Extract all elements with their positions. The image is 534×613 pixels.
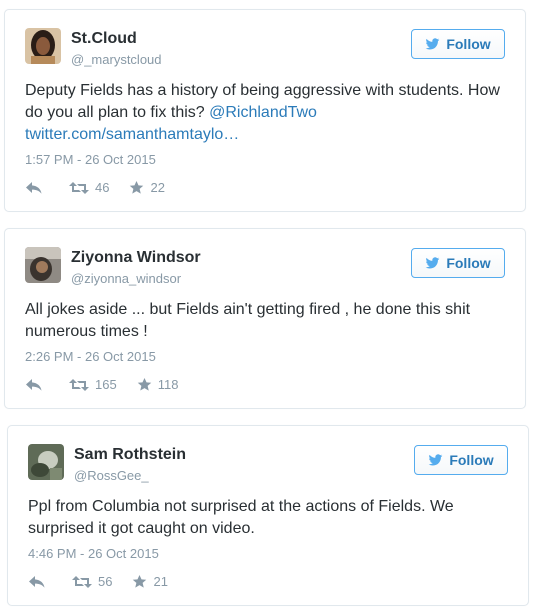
tweet-actions: 46 22: [25, 180, 165, 195]
follow-label: Follow: [449, 452, 494, 468]
reply-button[interactable]: [25, 378, 69, 392]
follow-label: Follow: [446, 36, 491, 52]
timestamp[interactable]: 4:46 PM - 26 Oct 2015: [28, 546, 159, 561]
retweet-count: 165: [95, 377, 117, 392]
url-link[interactable]: twitter.com/samanthamtaylo…: [25, 126, 239, 143]
retweet-icon: [69, 378, 89, 391]
reply-icon: [26, 181, 42, 194]
mention-link[interactable]: @RichlandTwo: [209, 104, 317, 121]
follow-button[interactable]: Follow: [411, 248, 505, 278]
avatar[interactable]: [25, 28, 61, 64]
favorite-button[interactable]: 118: [137, 377, 179, 392]
twitter-bird-icon: [428, 453, 443, 466]
timestamp[interactable]: 1:57 PM - 26 Oct 2015: [25, 152, 156, 167]
tweet-card: Sam Rothstein @RossGee_ Follow Ppl from …: [7, 425, 529, 606]
avatar-image: [25, 28, 61, 64]
twitter-bird-icon: [425, 256, 440, 269]
display-name[interactable]: St.Cloud: [71, 30, 137, 48]
follow-label: Follow: [446, 255, 491, 271]
retweet-count: 56: [98, 574, 113, 589]
tweet-card: St.Cloud @_marystcloud Follow Deputy Fie…: [4, 9, 526, 212]
reply-button[interactable]: [28, 575, 72, 589]
avatar[interactable]: [25, 247, 61, 283]
tweet-text: All jokes aside ... but Fields ain't get…: [25, 301, 471, 340]
tweet-actions: 165 118: [25, 377, 178, 392]
tweet-card: Ziyonna Windsor @ziyonna_windsor Follow …: [4, 228, 526, 409]
tweet-actions: 56 21: [28, 574, 168, 589]
display-name[interactable]: Ziyonna Windsor: [71, 249, 201, 267]
follow-button[interactable]: Follow: [414, 445, 508, 475]
favorite-button[interactable]: 22: [129, 180, 165, 195]
favorite-count: 21: [153, 574, 168, 589]
avatar-image: [28, 444, 64, 480]
favorite-button[interactable]: 21: [132, 574, 168, 589]
retweet-button[interactable]: 165: [69, 377, 117, 392]
retweet-icon: [72, 575, 92, 588]
avatar-image: [25, 247, 61, 283]
retweet-icon: [69, 181, 89, 194]
tweet-text: Ppl from Columbia not surprised at the a…: [28, 498, 454, 537]
tweet-text: Deputy Fields has a history of being agg…: [25, 80, 505, 146]
user-handle[interactable]: @ziyonna_windsor: [71, 271, 181, 286]
star-icon: [133, 574, 147, 588]
display-name[interactable]: Sam Rothstein: [74, 446, 186, 464]
retweet-button[interactable]: 46: [69, 180, 109, 195]
retweet-button[interactable]: 56: [72, 574, 112, 589]
user-handle[interactable]: @RossGee_: [74, 468, 149, 483]
reply-button[interactable]: [25, 181, 69, 195]
follow-button[interactable]: Follow: [411, 29, 505, 59]
retweet-count: 46: [95, 180, 110, 195]
favorite-count: 118: [157, 377, 179, 392]
user-handle[interactable]: @_marystcloud: [71, 52, 162, 67]
reply-icon: [26, 378, 42, 391]
favorite-count: 22: [150, 180, 165, 195]
star-icon: [137, 377, 151, 391]
avatar[interactable]: [28, 444, 64, 480]
twitter-bird-icon: [425, 37, 440, 50]
reply-icon: [29, 575, 45, 588]
star-icon: [130, 180, 144, 194]
timestamp[interactable]: 2:26 PM - 26 Oct 2015: [25, 349, 156, 364]
